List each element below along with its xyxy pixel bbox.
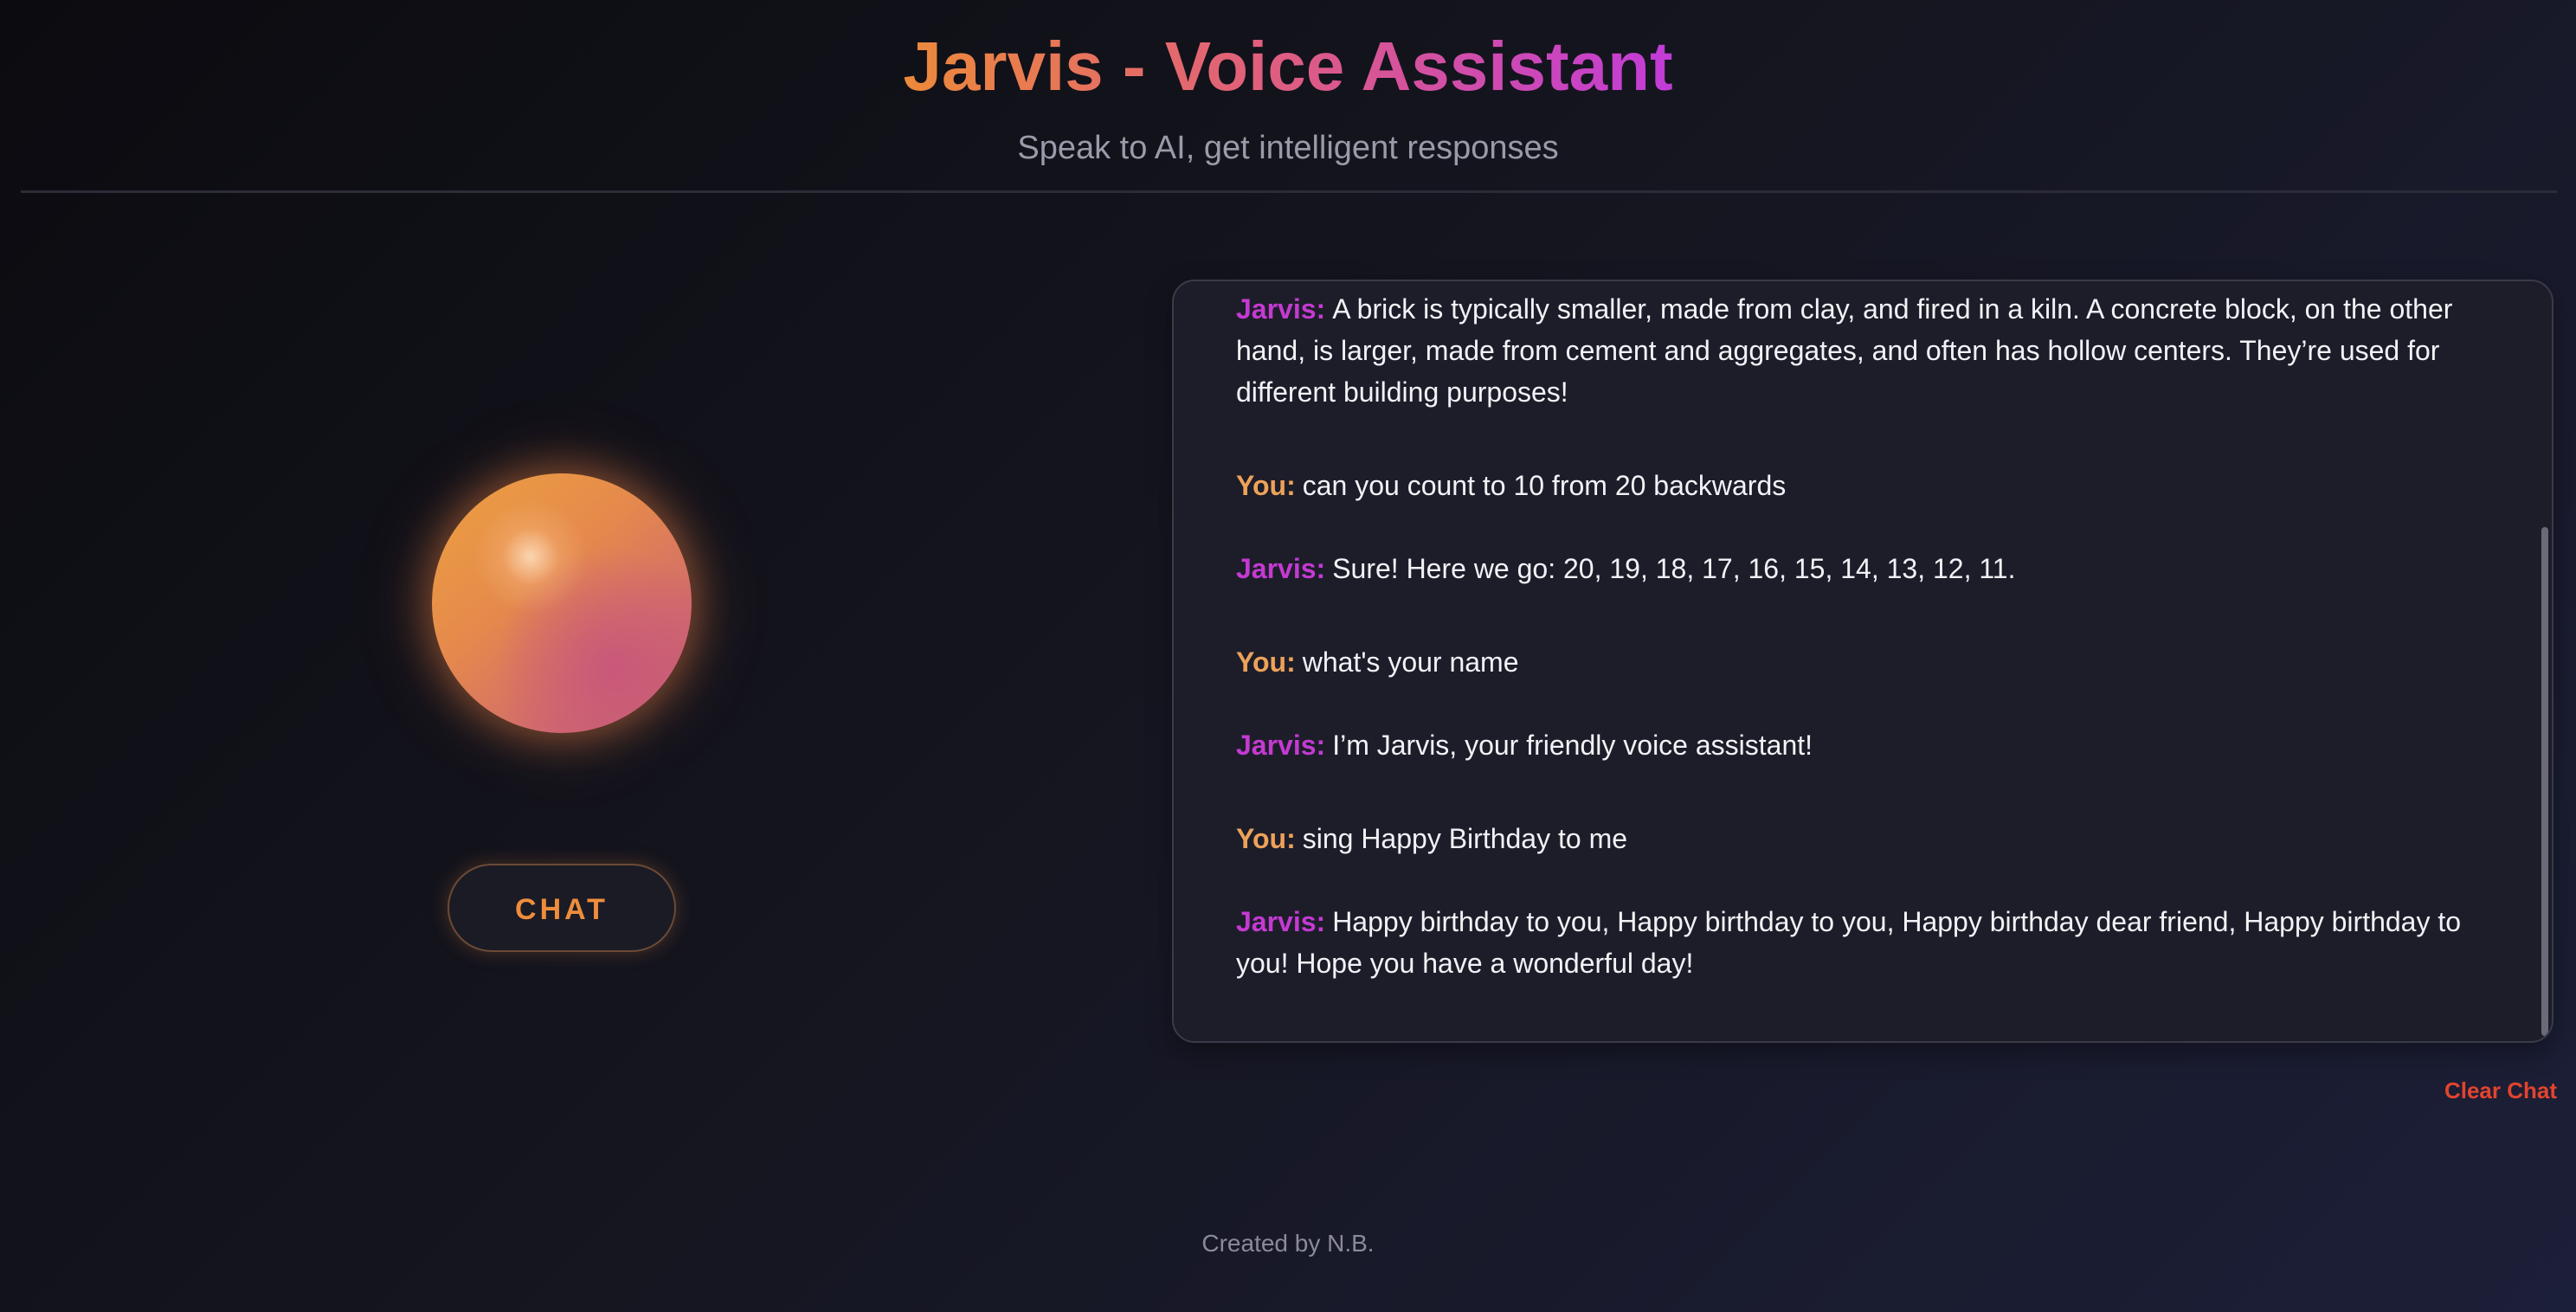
page-subtitle: Speak to AI, get intelligent responses	[1017, 130, 1559, 166]
message-user: You: sing Happy Birthday to me	[1236, 818, 2483, 859]
clear-chat-button[interactable]: Clear Chat	[2406, 1075, 2557, 1106]
message-jarvis: Jarvis: A brick is typically smaller, mad…	[1236, 288, 2483, 413]
speaker-label: You:	[1236, 470, 1296, 501]
speaker-label: Jarvis:	[1236, 906, 1326, 937]
chat-panel: Jarvis: A brick is typically smaller, mad…	[1172, 280, 2553, 1043]
speaker-label: Jarvis:	[1236, 553, 1326, 584]
message-list: Jarvis: A brick is typically smaller, mad…	[1236, 288, 2483, 984]
message-jarvis: Jarvis: I’m Jarvis, your friendly voice a…	[1236, 724, 2483, 766]
message-user: You: what's your name	[1236, 641, 2483, 683]
page-title-text: Jarvis - Voice Assistant	[903, 28, 1673, 105]
chat-scrollbar-thumb[interactable]	[2541, 527, 2548, 1036]
page-title: Jarvis - Voice Assistant	[0, 19, 2576, 114]
page-header: Jarvis - Voice Assistant Speak to AI, ge…	[0, 0, 2576, 194]
message-user: You: can you count to 10 from 20 backward…	[1236, 465, 2483, 506]
message-text: A brick is typically smaller, made from …	[1236, 293, 2453, 408]
speaker-label: Jarvis:	[1236, 293, 1326, 325]
message-jarvis: Jarvis: Sure! Here we go: 20, 19, 18, 17,…	[1236, 548, 2483, 589]
chat-button[interactable]: CHAT	[448, 864, 676, 952]
footer-credit: Created by N.B.	[1201, 1230, 1375, 1257]
speaker-label: You:	[1236, 823, 1296, 854]
message-jarvis: Jarvis: Happy birthday to you, Happy birt…	[1236, 901, 2483, 984]
voice-orb[interactable]	[432, 473, 692, 733]
message-text: I’m Jarvis, your friendly voice assistan…	[1332, 730, 1813, 761]
speaker-label: Jarvis:	[1236, 730, 1326, 761]
message-text: can you count to 10 from 20 backwards	[1302, 470, 1787, 501]
speaker-label: You:	[1236, 646, 1296, 678]
header-divider	[21, 190, 2557, 193]
chat-scrollbar[interactable]	[2541, 286, 2548, 1036]
message-text: Happy birthday to you, Happy birthday to…	[1236, 906, 2462, 979]
message-text: Sure! Here we go: 20, 19, 18, 17, 16, 15…	[1332, 553, 2016, 584]
message-text: what's your name	[1302, 646, 1519, 678]
message-text: sing Happy Birthday to me	[1302, 823, 1628, 854]
